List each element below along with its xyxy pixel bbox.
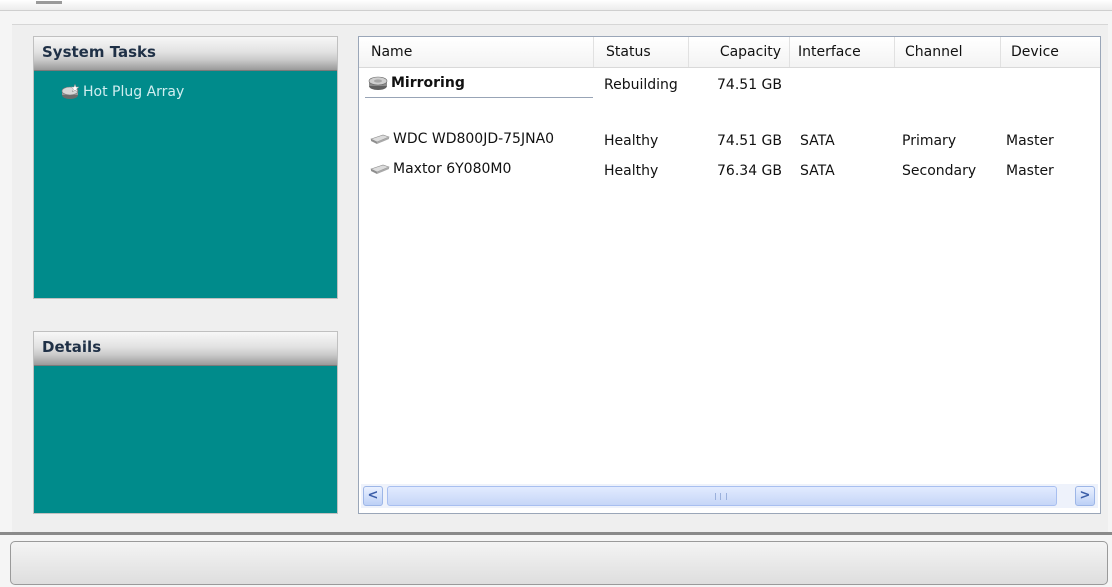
column-header-name[interactable]: Name	[359, 37, 594, 67]
disk-name: Maxtor 6Y080M0	[393, 161, 512, 177]
disk-channel: Secondary	[902, 163, 977, 179]
disk-status: Healthy	[604, 163, 659, 179]
hot-plug-array-label: Hot Plug Array	[83, 84, 185, 100]
disk-interface: SATA	[800, 133, 835, 149]
disk-name: WDC WD800JD-75JNA0	[393, 131, 555, 147]
hot-plug-array-task[interactable]: Hot Plug Array	[61, 81, 184, 103]
menu-tick	[36, 1, 62, 4]
hard-disk-icon	[370, 134, 390, 144]
device-list-view[interactable]: Name Status Capacity Interface Channel D…	[358, 36, 1101, 514]
scroll-right-button[interactable]: >	[1075, 486, 1095, 506]
scroll-grip-icon	[715, 493, 727, 500]
column-header-device[interactable]: Device	[1001, 37, 1100, 67]
system-tasks-panel: System Tasks Hot Plug Array	[33, 36, 338, 299]
chevron-left-icon: <	[367, 488, 379, 503]
disk-device: Master	[1006, 133, 1054, 149]
disk-interface: SATA	[800, 163, 835, 179]
horizontal-scrollbar[interactable]: < >	[361, 484, 1098, 508]
array-capacity: 74.51 GB	[717, 77, 782, 93]
system-tasks-header[interactable]: System Tasks	[34, 37, 337, 71]
scroll-thumb[interactable]	[387, 486, 1057, 506]
disk-capacity: 74.51 GB	[717, 133, 782, 149]
bottom-separator	[0, 532, 1112, 535]
disk-name-cell: WDC WD800JD-75JNA0	[369, 131, 554, 147]
array-status: Rebuilding	[604, 77, 678, 93]
column-header-interface[interactable]: Interface	[790, 37, 895, 67]
window-top-strip	[0, 0, 1112, 11]
disk-capacity: 76.34 GB	[717, 163, 782, 179]
app-window: System Tasks Hot Plug Array Details Name…	[0, 0, 1112, 587]
array-row-divider	[365, 97, 593, 98]
column-header-channel[interactable]: Channel	[895, 37, 1001, 67]
hot-plug-array-icon	[61, 83, 80, 99]
hard-disk-icon	[370, 164, 390, 174]
scroll-left-button[interactable]: <	[363, 486, 383, 506]
status-bar	[10, 541, 1108, 585]
details-panel: Details	[33, 331, 338, 514]
column-header-capacity[interactable]: Capacity	[689, 37, 790, 67]
array-name-cell: Mirroring	[367, 75, 465, 91]
array-name: Mirroring	[391, 75, 465, 91]
disk-device: Master	[1006, 163, 1054, 179]
details-header[interactable]: Details	[34, 332, 337, 366]
raid-array-icon	[368, 76, 388, 90]
disk-name-cell: Maxtor 6Y080M0	[369, 161, 511, 177]
column-header-status[interactable]: Status	[594, 37, 689, 67]
chevron-right-icon: >	[1079, 488, 1091, 503]
disk-channel: Primary	[902, 133, 957, 149]
disk-status: Healthy	[604, 133, 659, 149]
